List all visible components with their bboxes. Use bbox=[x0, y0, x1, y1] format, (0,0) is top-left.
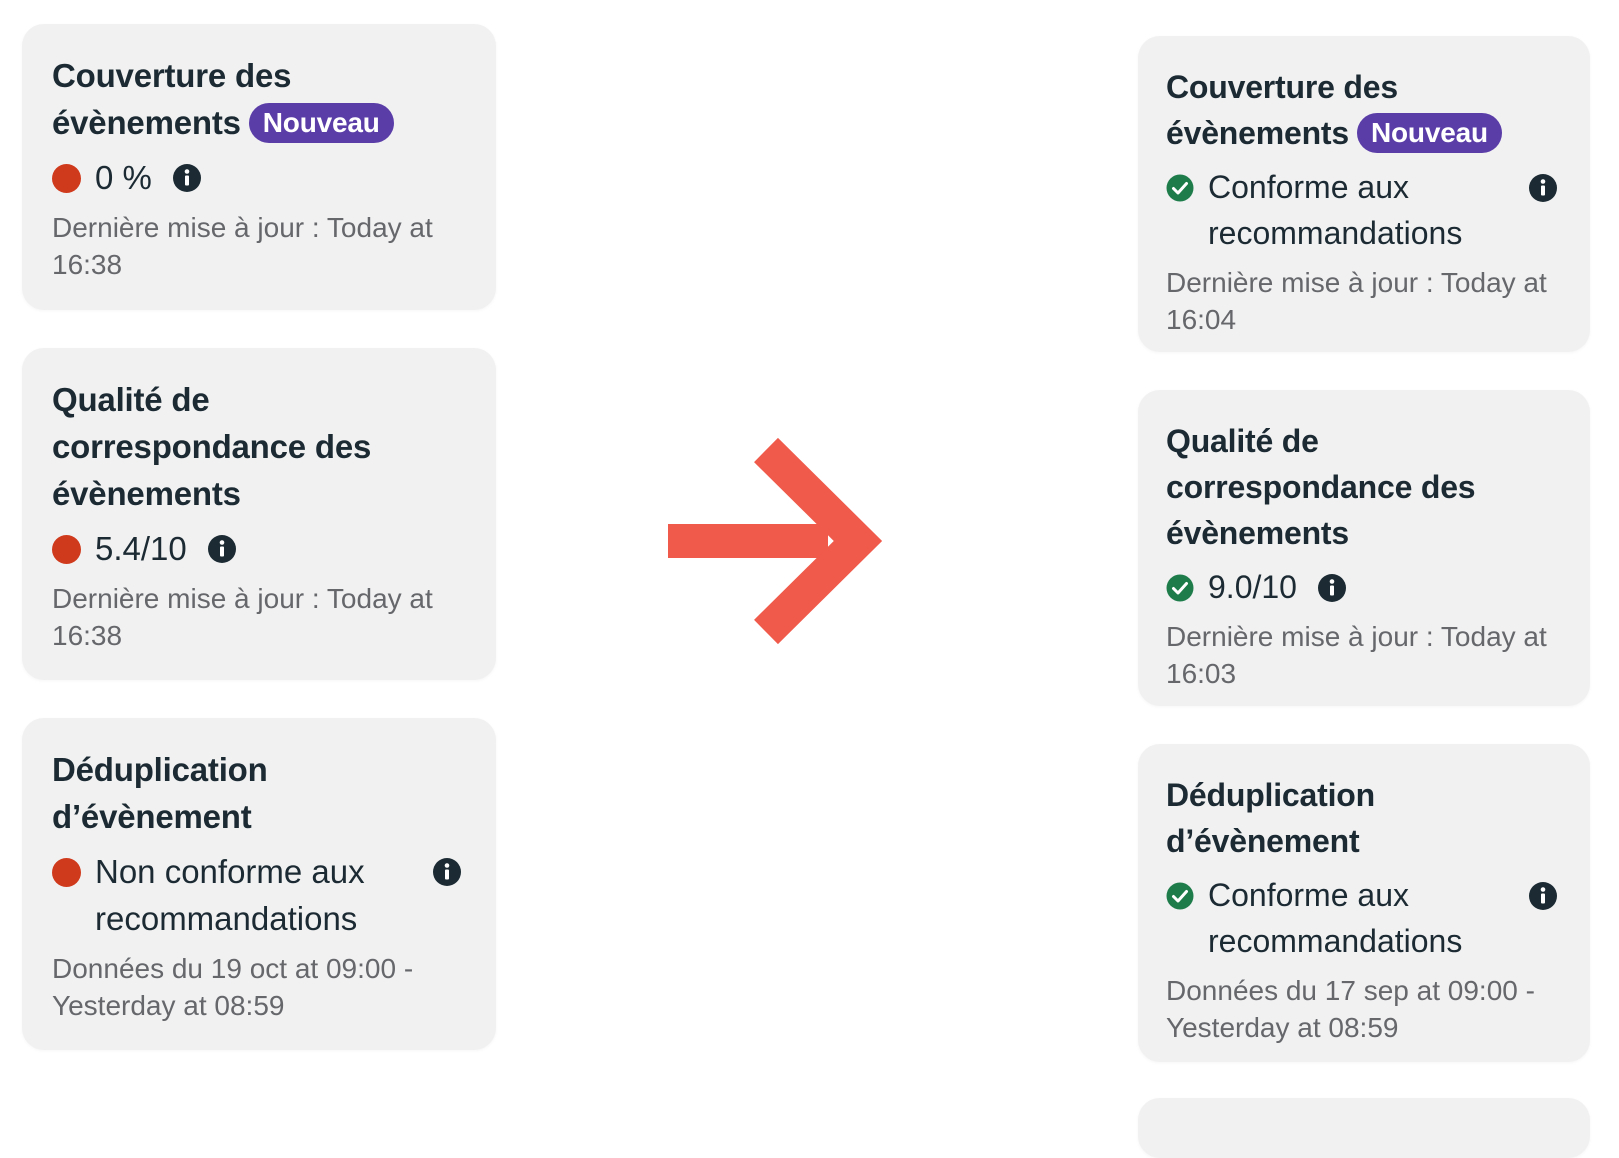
card-title: Déduplication d’évènement bbox=[52, 751, 268, 835]
info-icon[interactable] bbox=[1317, 573, 1347, 603]
info-icon[interactable] bbox=[432, 857, 462, 887]
status-row: 9.0/10 bbox=[1166, 564, 1564, 610]
status-row: Conforme aux recommandations bbox=[1166, 164, 1564, 256]
status-row: 5.4/10 bbox=[52, 525, 468, 572]
deduplication-card[interactable]: Déduplication d’évènement Conforme aux r… bbox=[1138, 744, 1590, 1062]
red-status-dot bbox=[52, 858, 81, 887]
status-value: Conforme aux recommandations bbox=[1208, 877, 1463, 959]
card-title: Couverture des évènements Nouveau bbox=[1166, 64, 1564, 156]
deduplication-card[interactable]: Déduplication d’évènement Non conforme a… bbox=[22, 718, 496, 1050]
event-coverage-card[interactable]: Couverture des évènements Nouveau 0 % Der… bbox=[22, 24, 496, 310]
last-updated: Dernière mise à jour : Today at 16:03 bbox=[1166, 621, 1547, 689]
event-coverage-card[interactable]: Couverture des évènements Nouveau Conform… bbox=[1138, 36, 1590, 352]
last-updated: Dernière mise à jour : Today at 16:38 bbox=[52, 583, 433, 651]
last-updated: Dernière mise à jour : Today at 16:38 bbox=[52, 212, 433, 280]
arrow-right-icon bbox=[668, 437, 882, 645]
check-circle-icon bbox=[1166, 574, 1194, 602]
match-quality-card[interactable]: Qualité de correspondance des évènements… bbox=[22, 348, 496, 680]
data-range: Données du 19 oct at 09:00 - Yesterday a… bbox=[52, 953, 414, 1021]
status-value: 9.0/10 bbox=[1208, 569, 1297, 605]
status-value: Non conforme aux recommandations bbox=[95, 853, 365, 937]
info-icon[interactable] bbox=[172, 163, 202, 193]
card-title-line1: Couverture des bbox=[1166, 69, 1398, 105]
red-status-dot bbox=[52, 535, 81, 564]
status-value: Conforme aux recommandations bbox=[1208, 169, 1463, 251]
new-badge: Nouveau bbox=[248, 103, 394, 143]
card-title-line1: Couverture des bbox=[52, 57, 292, 94]
last-updated: Dernière mise à jour : Today at 16:04 bbox=[1166, 267, 1547, 335]
card-title: Qualité de correspondance des évènements bbox=[1166, 423, 1476, 551]
card-title: Couverture des évènements Nouveau bbox=[52, 52, 468, 146]
card-title-line2: évènements Nouveau bbox=[52, 99, 468, 146]
status-row: Conforme aux recommandations bbox=[1166, 872, 1564, 964]
status-value: 5.4/10 bbox=[95, 530, 187, 567]
match-quality-card[interactable]: Qualité de correspondance des évènements… bbox=[1138, 390, 1590, 706]
info-icon[interactable] bbox=[207, 534, 237, 564]
data-range: Données du 17 sep at 09:00 - Yesterday a… bbox=[1166, 975, 1535, 1043]
status-row: Non conforme aux recommandations bbox=[52, 848, 468, 942]
info-icon[interactable] bbox=[1528, 173, 1558, 203]
new-badge: Nouveau bbox=[1357, 113, 1502, 153]
status-value: 0 % bbox=[95, 159, 152, 196]
card-title: Déduplication d’évènement bbox=[1166, 777, 1375, 859]
check-circle-icon bbox=[1166, 174, 1194, 202]
card-title: Qualité de correspondance des évènements bbox=[52, 381, 372, 512]
card-title-word: évènements bbox=[1166, 115, 1349, 151]
red-status-dot bbox=[52, 164, 81, 193]
partial-card bbox=[1138, 1098, 1590, 1158]
check-circle-icon bbox=[1166, 882, 1194, 910]
card-title-line2: évènements Nouveau bbox=[1166, 110, 1564, 156]
status-row: 0 % bbox=[52, 154, 468, 201]
info-icon[interactable] bbox=[1528, 881, 1558, 911]
card-title-word: évènements bbox=[52, 104, 241, 141]
